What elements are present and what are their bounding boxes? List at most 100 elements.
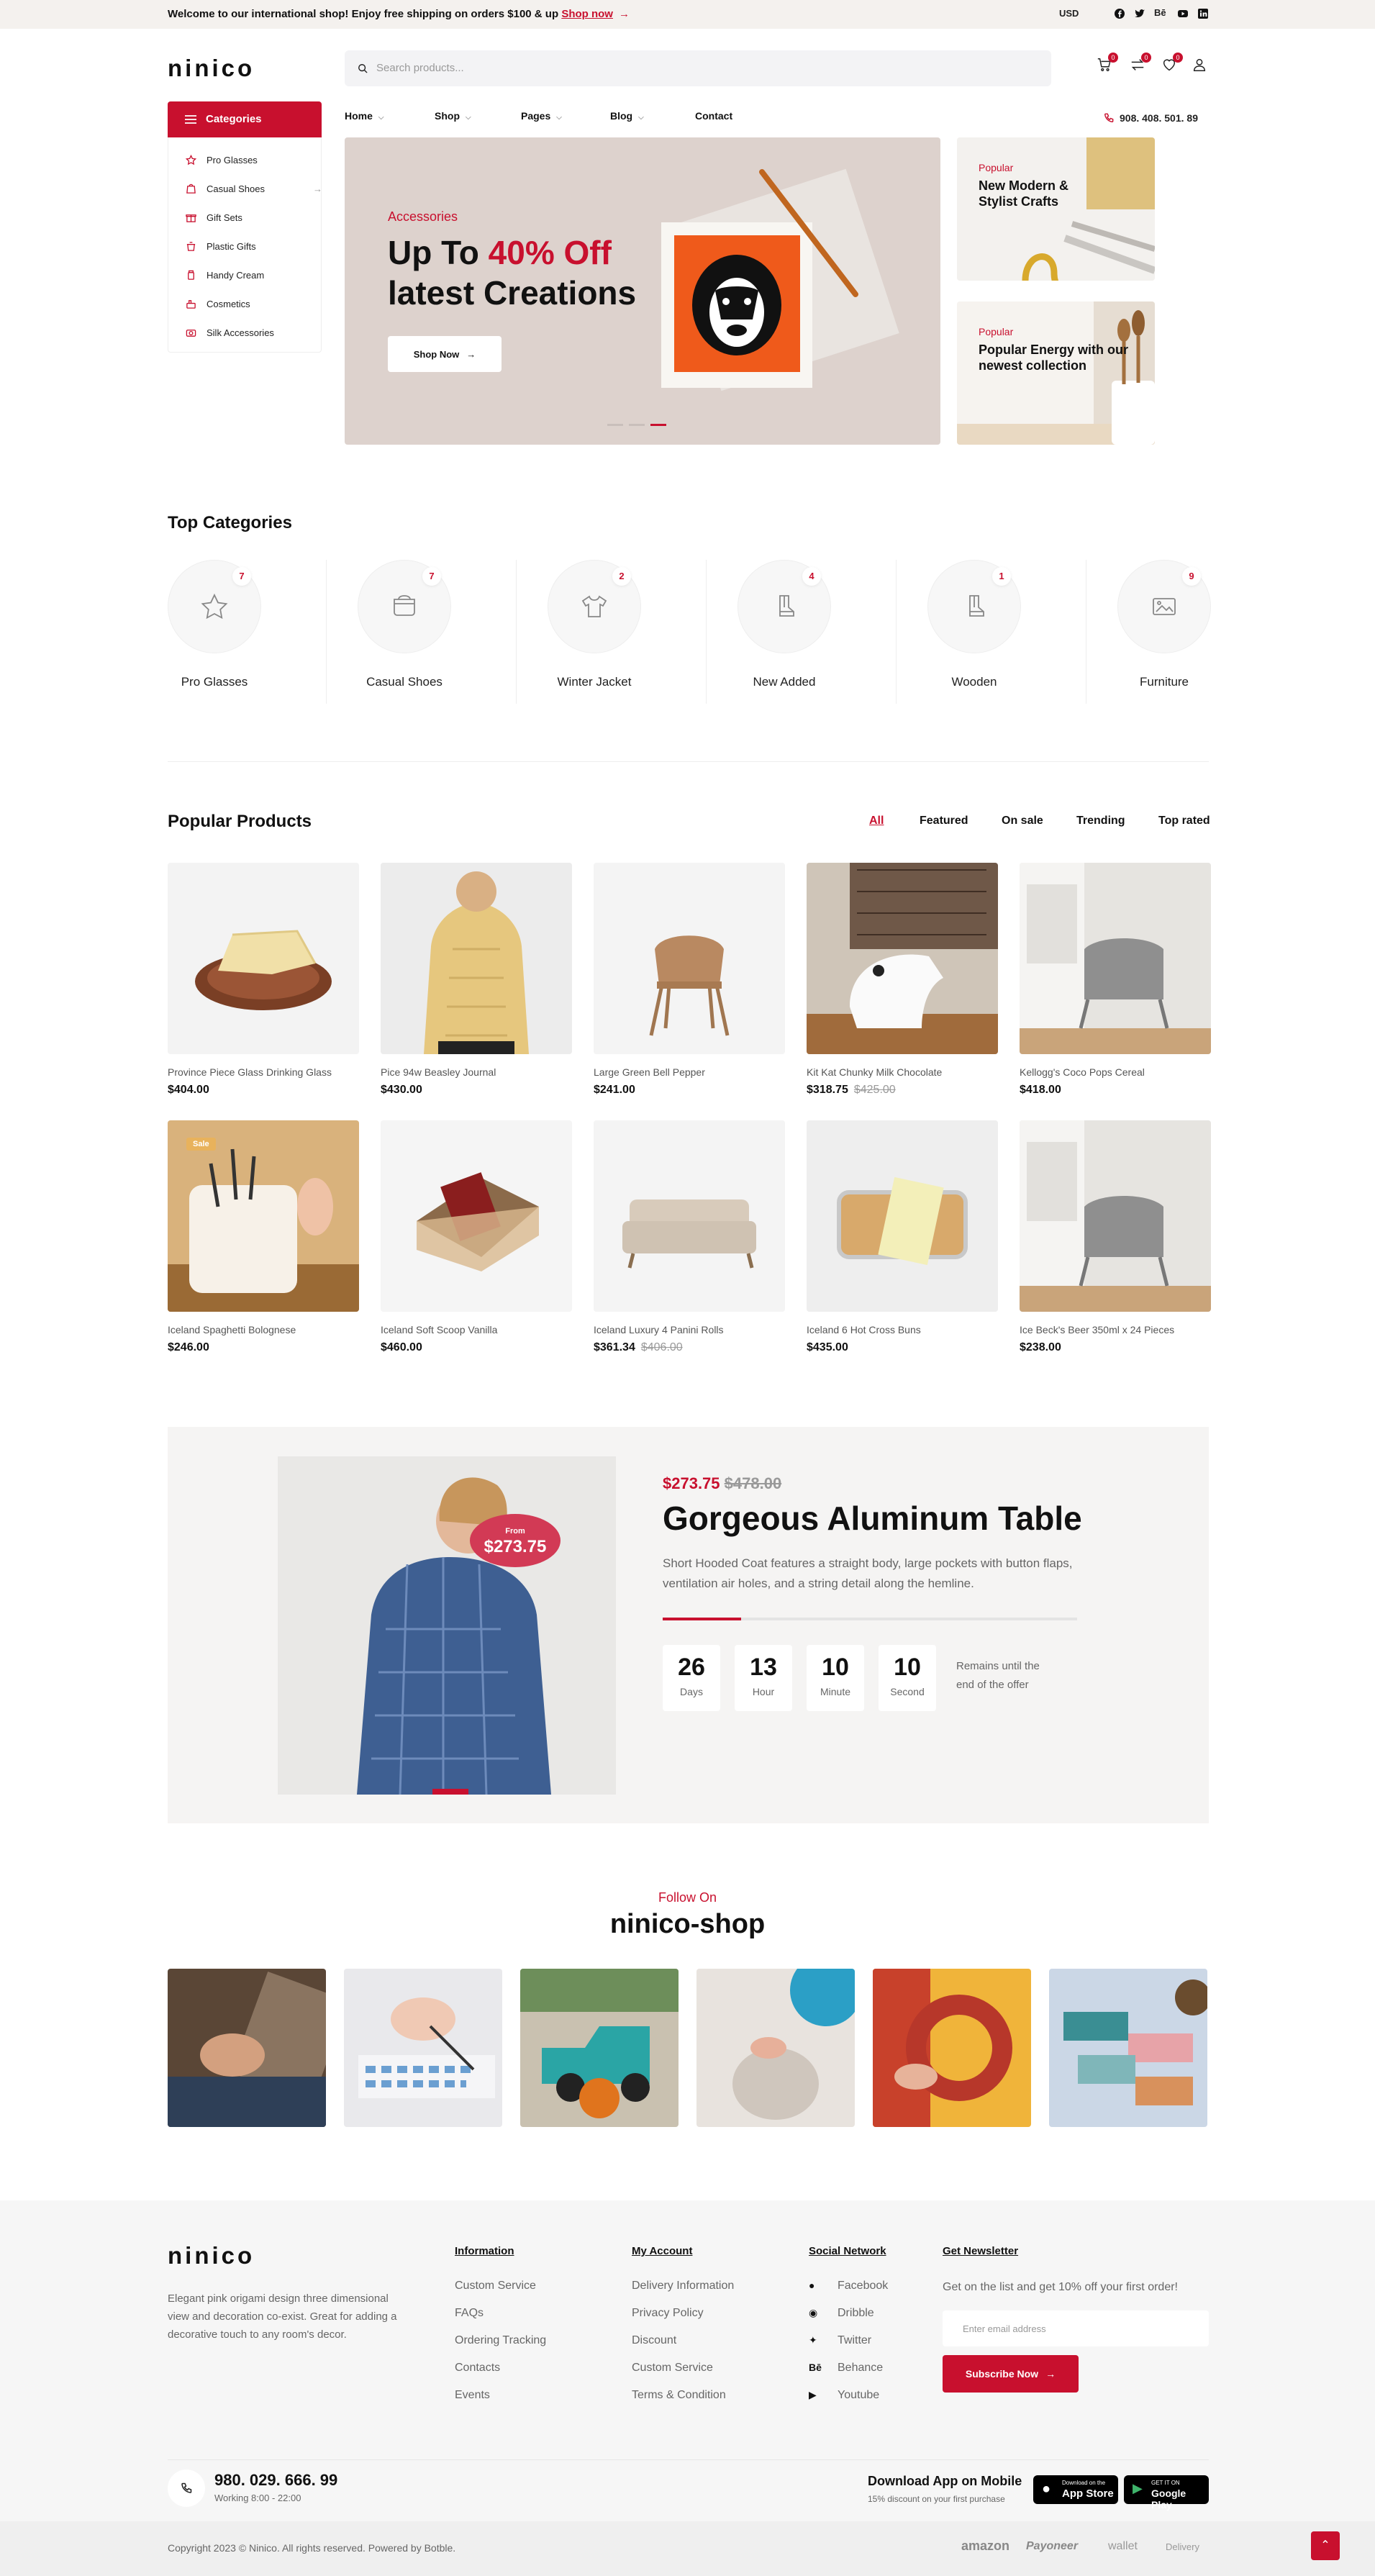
nav-pages[interactable]: Pages ⌵: [521, 110, 562, 122]
product-image[interactable]: [594, 1120, 785, 1312]
slider-dot-3-active[interactable]: [650, 424, 666, 426]
category-gift-sets[interactable]: Gift Sets: [186, 210, 242, 225]
instagram-photo-2[interactable]: [344, 1969, 502, 2127]
youtube-icon[interactable]: [1177, 8, 1189, 19]
newsletter-email-input[interactable]: Enter email address: [943, 2310, 1209, 2346]
footer-link-events[interactable]: Events: [455, 2389, 490, 2402]
footer-link-ordering-tracking[interactable]: Ordering Tracking: [455, 2334, 546, 2347]
product-name[interactable]: Iceland Soft Scoop Vanilla: [381, 1324, 572, 1335]
footer-link-twitter[interactable]: Twitter: [838, 2334, 871, 2347]
footer-link-custom-service[interactable]: Custom Service: [455, 2280, 536, 2292]
category-casual-shoes[interactable]: Casual Shoes →: [186, 181, 322, 196]
slider-dot-1[interactable]: [607, 424, 623, 426]
tab-featured[interactable]: Featured: [920, 815, 968, 827]
category-card-casual-shoes[interactable]: 7 Casual Shoes: [358, 560, 516, 704]
product-card[interactable]: Iceland 6 Hot Cross Buns $435.00: [807, 1120, 998, 1354]
nav-contact[interactable]: Contact: [695, 110, 732, 122]
search-input[interactable]: Search products...: [345, 50, 1051, 86]
product-name[interactable]: Large Green Bell Pepper: [594, 1066, 785, 1078]
tab-top-rated[interactable]: Top rated: [1158, 815, 1210, 827]
linkedin-icon[interactable]: [1197, 8, 1209, 19]
product-name[interactable]: Iceland Spaghetti Bolognese: [168, 1324, 359, 1335]
twitter-icon[interactable]: [1134, 8, 1145, 19]
footer-link-privacy-policy[interactable]: Privacy Policy: [632, 2307, 704, 2320]
footer-link-delivery-information[interactable]: Delivery Information: [632, 2280, 734, 2292]
header-phone[interactable]: 908. 408. 501. 89: [1104, 112, 1198, 124]
categories-button[interactable]: Categories: [168, 101, 322, 137]
product-card[interactable]: Kellogg's Coco Pops Cereal $418.00: [1020, 863, 1211, 1097]
category-card-pro-glasses[interactable]: 7 Pro Glasses: [168, 560, 326, 704]
product-image[interactable]: [168, 863, 359, 1054]
product-image[interactable]: [807, 863, 998, 1054]
product-card[interactable]: Iceland Luxury 4 Panini Rolls $361.34 $40…: [594, 1120, 785, 1354]
footer-link-faqs[interactable]: FAQs: [455, 2307, 484, 2320]
product-card[interactable]: Province Piece Glass Drinking Glass $404…: [168, 863, 359, 1097]
compare-button[interactable]: 0: [1130, 53, 1151, 74]
instagram-handle[interactable]: ninico-shop: [0, 1909, 1375, 1940]
category-card-winter-jacket[interactable]: 2 Winter Jacket: [548, 560, 706, 704]
nav-shop[interactable]: Shop ⌵: [435, 110, 471, 122]
footer-link-dribble[interactable]: Dribble: [838, 2307, 874, 2320]
product-image[interactable]: Sale: [168, 1120, 359, 1312]
product-name[interactable]: Province Piece Glass Drinking Glass: [168, 1066, 359, 1078]
product-name[interactable]: Iceland Luxury 4 Panini Rolls: [594, 1324, 785, 1335]
product-card[interactable]: Sale Iceland Spaghetti Bolognese $246.00: [168, 1120, 359, 1354]
product-card[interactable]: Ice Beck's Beer 350ml x 24 Pieces $238.0…: [1020, 1120, 1211, 1354]
site-logo[interactable]: ninico: [168, 55, 255, 82]
product-image[interactable]: [1020, 1120, 1211, 1312]
category-handy-cream[interactable]: Handy Cream: [186, 268, 264, 282]
product-image[interactable]: [381, 863, 572, 1054]
product-card[interactable]: Iceland Soft Scoop Vanilla $460.00: [381, 1120, 572, 1354]
side-banner-energy[interactable]: Popular Popular Energy with our newest c…: [957, 301, 1155, 445]
product-name[interactable]: Kellogg's Coco Pops Cereal: [1020, 1066, 1211, 1078]
product-image[interactable]: [594, 863, 785, 1054]
product-name[interactable]: Kit Kat Chunky Milk Chocolate: [807, 1066, 998, 1078]
footer-link-facebook[interactable]: Facebook: [838, 2280, 888, 2292]
category-silk-accessories[interactable]: Silk Accessories: [186, 325, 274, 340]
product-name[interactable]: Iceland 6 Hot Cross Buns: [807, 1324, 998, 1335]
tab-on-sale[interactable]: On sale: [1002, 815, 1043, 827]
footer-phone[interactable]: 980. 029. 666. 99: [214, 2471, 337, 2490]
category-card-new-added[interactable]: 4 New Added: [738, 560, 896, 704]
product-image[interactable]: [381, 1120, 572, 1312]
nav-blog[interactable]: Blog ⌵: [610, 110, 644, 122]
category-cosmetics[interactable]: Cosmetics: [186, 296, 250, 311]
product-image[interactable]: [807, 1120, 998, 1312]
footer-link-terms-condition[interactable]: Terms & Condition: [632, 2389, 726, 2402]
footer-link-youtube[interactable]: Youtube: [838, 2389, 879, 2402]
footer-link-behance[interactable]: Behance: [838, 2362, 883, 2375]
google-play-button[interactable]: ▶ GET IT ON Google Play: [1124, 2475, 1209, 2511]
instagram-photo-6[interactable]: [1049, 1969, 1207, 2127]
tab-trending[interactable]: Trending: [1076, 815, 1125, 827]
currency-selector[interactable]: USD: [1059, 8, 1079, 19]
subscribe-button[interactable]: Subscribe Now →: [943, 2355, 1079, 2393]
instagram-photo-4[interactable]: [696, 1969, 855, 2127]
product-name[interactable]: Pice 94w Beasley Journal: [381, 1066, 572, 1078]
category-plastic-gifts[interactable]: Plastic Gifts: [186, 239, 256, 253]
tab-all[interactable]: All: [869, 815, 884, 827]
product-card[interactable]: Pice 94w Beasley Journal $430.00: [381, 863, 572, 1097]
product-card[interactable]: Large Green Bell Pepper $241.00: [594, 863, 785, 1097]
slider-dot-2[interactable]: [629, 424, 645, 426]
instagram-photo-5[interactable]: [873, 1969, 1031, 2127]
wishlist-button[interactable]: 0: [1161, 53, 1183, 74]
hero-shop-now-button[interactable]: Shop Now →: [388, 336, 502, 372]
facebook-icon[interactable]: [1114, 8, 1125, 19]
category-card-wooden[interactable]: 1 Wooden: [927, 560, 1086, 704]
category-pro-glasses[interactable]: Pro Glasses: [186, 153, 258, 167]
shop-now-link[interactable]: Shop now: [561, 8, 613, 20]
category-card-furniture[interactable]: 9 Furniture: [1117, 560, 1276, 704]
product-name[interactable]: Ice Beck's Beer 350ml x 24 Pieces: [1020, 1324, 1211, 1335]
instagram-photo-1[interactable]: [168, 1969, 326, 2127]
account-button[interactable]: [1192, 57, 1209, 74]
back-to-top-button[interactable]: ⌃: [1311, 2531, 1340, 2560]
footer-link-custom-service[interactable]: Custom Service: [632, 2362, 713, 2375]
footer-link-discount[interactable]: Discount: [632, 2334, 676, 2347]
product-card[interactable]: Kit Kat Chunky Milk Chocolate $318.75 $42…: [807, 863, 998, 1097]
side-banner-crafts[interactable]: Popular New Modern & Stylist Crafts: [957, 137, 1155, 281]
product-image[interactable]: [1020, 863, 1211, 1054]
footer-link-contacts[interactable]: Contacts: [455, 2362, 500, 2375]
cart-button[interactable]: 0: [1097, 53, 1118, 74]
instagram-photo-3[interactable]: [520, 1969, 679, 2127]
footer-logo[interactable]: ninico: [168, 2242, 255, 2269]
